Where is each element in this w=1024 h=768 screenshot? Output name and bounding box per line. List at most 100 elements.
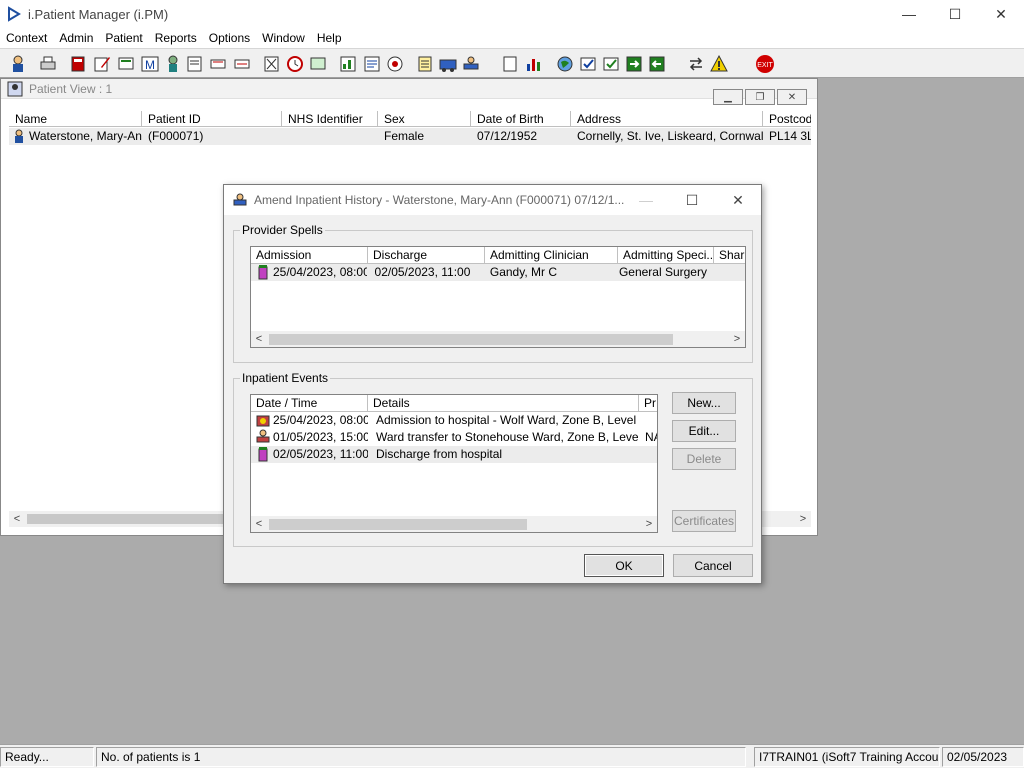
col-shared[interactable]: Shar [714, 247, 745, 264]
list-icon[interactable] [362, 54, 382, 74]
arrows-icon[interactable] [624, 54, 644, 74]
bars-icon[interactable] [524, 54, 544, 74]
toolbar: M EXIT [0, 48, 1024, 78]
cell-shared [708, 264, 745, 281]
scroll-left-icon[interactable]: < [9, 511, 25, 527]
scroll-left-icon[interactable]: < [251, 331, 267, 347]
cross-doc-icon[interactable] [262, 54, 282, 74]
menu-context[interactable]: Context [0, 31, 53, 45]
menu-admin[interactable]: Admin [53, 31, 99, 45]
col-admitting-specialty[interactable]: Admitting Speci... [618, 247, 714, 264]
scroll-left-icon[interactable]: < [251, 516, 267, 532]
m-icon[interactable]: M [140, 54, 160, 74]
table-row[interactable]: 25/04/2023, 08:00 Admission to hospital … [251, 412, 657, 429]
col-dob[interactable]: Date of Birth [471, 111, 571, 127]
cell-details: Ward transfer to Stonehouse Ward, Zone B… [376, 430, 639, 444]
book-icon[interactable] [68, 54, 88, 74]
flag2-icon[interactable] [232, 54, 252, 74]
scroll-right-icon[interactable]: > [795, 511, 811, 527]
col-admitting-clinician[interactable]: Admitting Clinician [485, 247, 618, 264]
app-title-bar: i.Patient Manager (i.PM) — ☐ ✕ [0, 0, 1024, 28]
cell-name: Waterstone, Mary-Ann [29, 129, 142, 143]
dialog-title-bar: Amend Inpatient History - Waterstone, Ma… [224, 185, 761, 215]
cancel-button[interactable]: Cancel [673, 554, 753, 577]
menu-options[interactable]: Options [203, 31, 256, 45]
dialog-close-button[interactable]: ✕ [715, 185, 761, 215]
swap-icon[interactable] [686, 54, 706, 74]
check-icon[interactable] [578, 54, 598, 74]
notepad-icon[interactable] [415, 54, 435, 74]
pv-minimize-button[interactable]: ▁ [713, 89, 743, 105]
pv-restore-button[interactable]: ❐ [745, 89, 775, 105]
minimize-button[interactable]: — [886, 0, 932, 28]
menu-reports[interactable]: Reports [149, 31, 203, 45]
spells-hscrollbar[interactable]: < > [251, 331, 745, 347]
col-patient-id[interactable]: Patient ID [142, 111, 282, 127]
checklist-icon[interactable] [601, 54, 621, 74]
col-name[interactable]: Name [9, 111, 142, 127]
discharge-icon [258, 265, 268, 280]
cell-datetime: 01/05/2023, 15:00 [273, 430, 368, 444]
ok-button[interactable]: OK [584, 554, 664, 577]
col-date-time[interactable]: Date / Time [251, 395, 368, 412]
spells-header: Admission Discharge Admitting Clinician … [251, 247, 745, 264]
bus-icon[interactable] [438, 54, 458, 74]
col-pr[interactable]: Pr [639, 395, 657, 412]
provider-spells-list[interactable]: Admission Discharge Admitting Clinician … [250, 246, 746, 348]
table-row[interactable]: 01/05/2023, 15:00 Ward transfer to Stone… [251, 429, 657, 446]
scroll-thumb[interactable] [27, 514, 237, 524]
col-sex[interactable]: Sex [378, 111, 471, 127]
scroll-thumb[interactable] [269, 519, 527, 530]
patient-search-icon[interactable] [8, 54, 28, 74]
col-admission[interactable]: Admission [251, 247, 368, 264]
screen-icon[interactable] [116, 54, 136, 74]
scroll-right-icon[interactable]: > [729, 331, 745, 347]
person-icon[interactable] [163, 54, 183, 74]
edit-icon[interactable] [92, 54, 112, 74]
col-nhs-identifier[interactable]: NHS Identifier [282, 111, 378, 127]
col-postcode[interactable]: Postcode [763, 111, 811, 127]
exit-icon[interactable]: EXIT [755, 54, 775, 74]
edit-event-button[interactable]: Edit... [672, 420, 736, 442]
monitor-icon[interactable] [308, 54, 328, 74]
pv-close-button[interactable]: ✕ [777, 89, 807, 105]
cell-dob: 07/12/1952 [477, 129, 538, 143]
cell-nhs [282, 128, 378, 145]
chart-icon[interactable] [338, 54, 358, 74]
globe-icon[interactable] [555, 54, 575, 74]
document-icon[interactable] [500, 54, 520, 74]
delete-event-button[interactable]: Delete [672, 448, 736, 470]
col-discharge[interactable]: Discharge [368, 247, 485, 264]
clock-icon[interactable] [285, 54, 305, 74]
warning-icon[interactable] [709, 54, 729, 74]
maximize-button[interactable]: ☐ [932, 0, 978, 28]
menu-patient[interactable]: Patient [99, 31, 148, 45]
table-row[interactable]: 02/05/2023, 11:00 Discharge from hospita… [251, 446, 657, 463]
cell-clinician: Gandy, Mr C [489, 265, 557, 279]
certificates-button[interactable]: Certificates [672, 510, 736, 532]
patient-icon [15, 129, 23, 143]
disc-icon[interactable] [385, 54, 405, 74]
table-row[interactable]: Waterstone, Mary-Ann (F000071) Female 07… [9, 128, 811, 145]
dialog-maximize-button[interactable]: ☐ [669, 185, 715, 215]
inpatient-events-group: Inpatient Events Date / Time Details Pr … [233, 371, 753, 547]
events-hscrollbar[interactable]: < > [251, 516, 657, 532]
menu-help[interactable]: Help [311, 31, 348, 45]
scroll-thumb[interactable] [269, 334, 673, 345]
cell-sex: Female [384, 129, 425, 143]
menu-window[interactable]: Window [256, 31, 311, 45]
flag-icon[interactable] [208, 54, 228, 74]
print-icon[interactable] [38, 54, 58, 74]
arrows2-icon[interactable] [647, 54, 667, 74]
inpatient-events-list[interactable]: Date / Time Details Pr 25/04/2023, 08:00… [250, 394, 658, 533]
table-row[interactable]: 25/04/2023, 08:00 02/05/2023, 11:00 Gand… [251, 264, 745, 281]
col-address[interactable]: Address [571, 111, 763, 127]
scroll-right-icon[interactable]: > [641, 516, 657, 532]
notes-icon[interactable] [185, 54, 205, 74]
bed-icon[interactable] [461, 54, 481, 74]
col-details[interactable]: Details [368, 395, 639, 412]
status-date: 02/05/2023 [942, 747, 1024, 767]
close-button[interactable]: ✕ [978, 0, 1024, 28]
cell-postcode: PL14 3L [769, 129, 811, 143]
new-event-button[interactable]: New... [672, 392, 736, 414]
